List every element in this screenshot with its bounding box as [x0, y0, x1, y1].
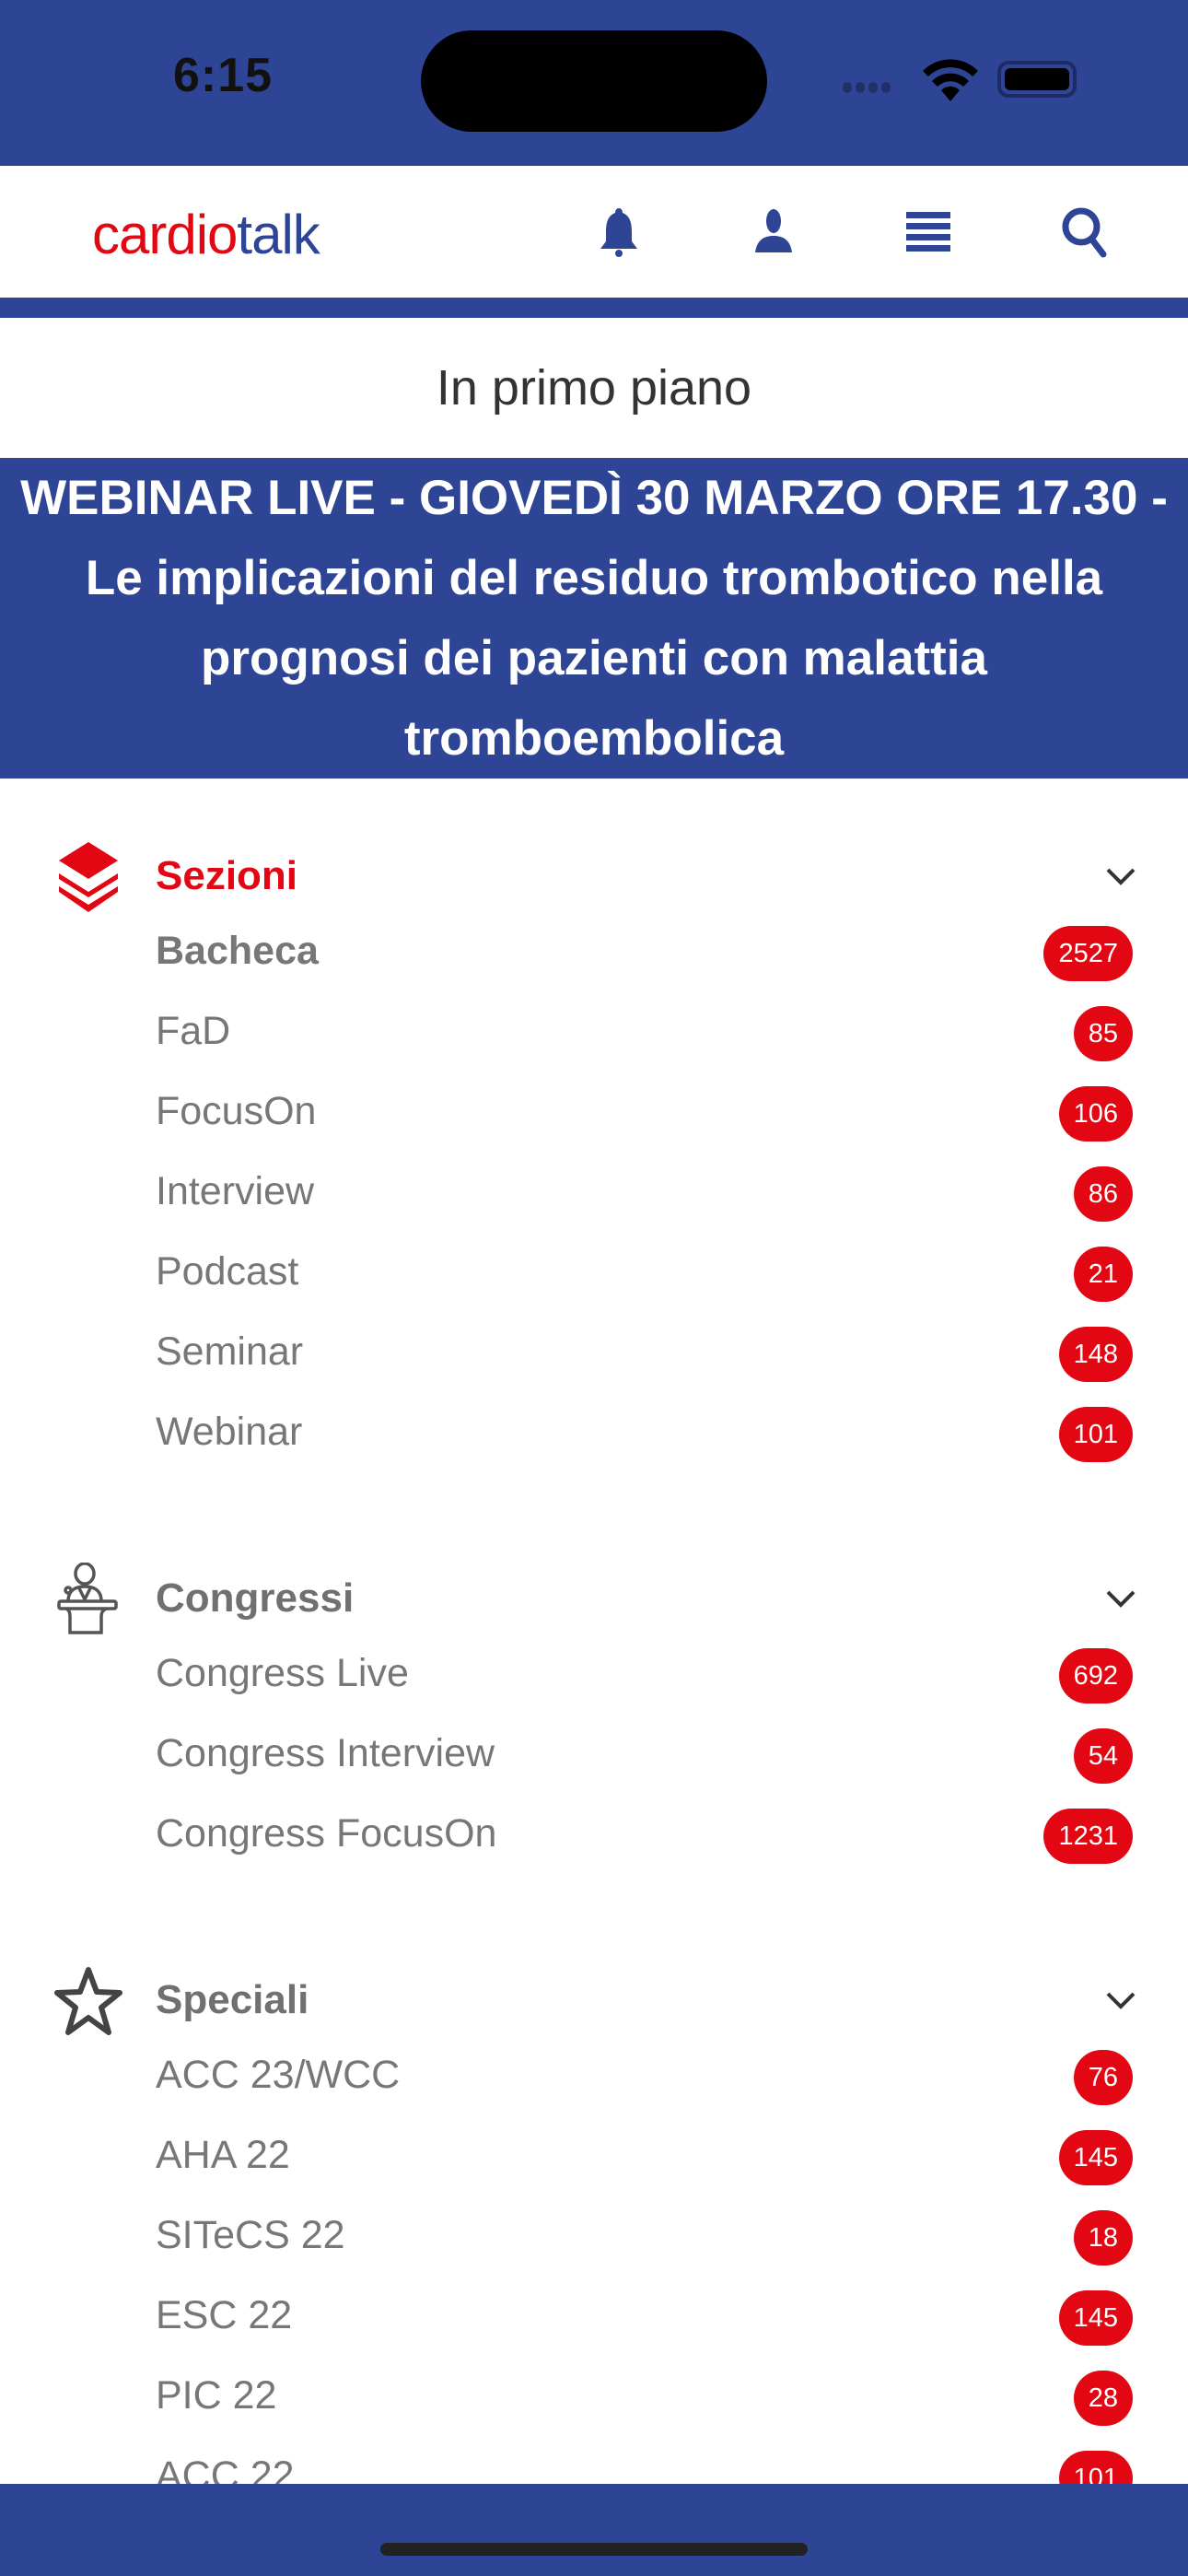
count-badge: 28	[1073, 2371, 1133, 2426]
menu-item-label: SITeCS 22	[156, 2213, 345, 2257]
menu-item-label: FaD	[156, 1009, 231, 1053]
search-icon[interactable]	[1057, 205, 1112, 260]
count-badge: 148	[1058, 1327, 1133, 1382]
count-badge: 1231	[1043, 1809, 1133, 1864]
header-divider	[0, 298, 1188, 318]
menu-item[interactable]: Congress FocusOn 1231	[0, 1800, 1188, 1874]
count-badge: 76	[1073, 2050, 1133, 2105]
menu-item-label: Seminar	[156, 1329, 304, 1374]
count-badge: 85	[1073, 1006, 1133, 1061]
menu-item-label: Bacheca	[156, 929, 319, 973]
menu-item-label: Congress FocusOn	[156, 1811, 497, 1856]
menu-item[interactable]: AHA 22 145	[0, 2122, 1188, 2195]
featured-title: In primo piano	[436, 360, 752, 416]
section-header-sezioni[interactable]: Sezioni	[0, 840, 1188, 914]
menu-item-label: Congress Live	[156, 1651, 409, 1695]
menu-item[interactable]: Congress Live 692	[0, 1640, 1188, 1714]
bell-icon[interactable]	[591, 205, 646, 260]
count-badge: 101	[1058, 1407, 1133, 1462]
speaker-podium-icon	[52, 1562, 125, 1636]
chevron-down-icon[interactable]	[1103, 1585, 1138, 1612]
section-title: Speciali	[156, 1977, 309, 2022]
menu-item[interactable]: SITeCS 22 18	[0, 2202, 1188, 2276]
cardiotalk-logo[interactable]: cardiotalk	[92, 203, 320, 266]
menu-item-label: Congress Interview	[156, 1731, 495, 1775]
bottom-bar	[0, 2484, 1188, 2576]
count-badge: 145	[1058, 2130, 1133, 2185]
menu-item-label: PIC 22	[156, 2373, 277, 2418]
menu-item[interactable]: FaD 85	[0, 998, 1188, 1071]
section-title: Congressi	[156, 1575, 355, 1621]
menu-item-label: FocusOn	[156, 1089, 317, 1133]
chevron-down-icon[interactable]	[1103, 1986, 1138, 2014]
wifi-icon	[923, 59, 978, 101]
menu-item[interactable]: Seminar 148	[0, 1318, 1188, 1392]
menu-item[interactable]: ACC 23/WCC 76	[0, 2042, 1188, 2115]
count-badge: 692	[1058, 1648, 1133, 1704]
section-title: Sezioni	[156, 853, 298, 898]
menu-item[interactable]: PIC 22 28	[0, 2362, 1188, 2436]
home-indicator[interactable]	[380, 2543, 808, 2556]
app-header: cardiotalk	[0, 166, 1188, 298]
count-badge: 106	[1058, 1086, 1133, 1142]
menu-item[interactable]: FocusOn 106	[0, 1078, 1188, 1152]
menu-item[interactable]: Interview 86	[0, 1158, 1188, 1232]
status-bar: 6:15	[0, 0, 1188, 166]
chevron-down-icon[interactable]	[1103, 862, 1138, 890]
banner-text: WEBINAR LIVE - GIOVEDÌ 30 MARZO ORE 17.3…	[20, 471, 1168, 766]
section-header-speciali[interactable]: Speciali	[0, 1964, 1188, 2038]
menu-item[interactable]: Congress Interview 54	[0, 1720, 1188, 1794]
menu-item[interactable]: Podcast 21	[0, 1238, 1188, 1312]
menu-item-label: ESC 22	[156, 2293, 293, 2337]
menu-item-label: ACC 23/WCC	[156, 2053, 401, 2097]
section-header-congressi[interactable]: Congressi	[0, 1562, 1188, 1636]
count-badge: 21	[1073, 1247, 1133, 1302]
layers-icon	[52, 840, 125, 914]
count-badge: 2527	[1043, 926, 1133, 981]
menu-item-label: Interview	[156, 1169, 315, 1213]
cellular-signal-icon	[843, 81, 894, 98]
menu-item[interactable]: Webinar 101	[0, 1399, 1188, 1472]
count-badge: 86	[1073, 1166, 1133, 1222]
star-icon	[52, 1964, 125, 2038]
count-badge: 18	[1073, 2210, 1133, 2266]
dynamic-island	[421, 30, 767, 132]
menu-item[interactable]: Bacheca 2527	[0, 918, 1188, 991]
menu-item-label: Podcast	[156, 1249, 299, 1294]
menu-item-label: AHA 22	[156, 2133, 290, 2177]
count-badge: 145	[1058, 2290, 1133, 2346]
count-badge: 54	[1073, 1728, 1133, 1784]
status-time: 6:15	[173, 49, 274, 102]
menu-item[interactable]: ESC 22 145	[0, 2282, 1188, 2356]
battery-icon	[997, 61, 1077, 98]
user-icon[interactable]	[746, 205, 801, 260]
menu-item-label: Webinar	[156, 1410, 303, 1454]
featured-banner[interactable]: WEBINAR LIVE - GIOVEDÌ 30 MARZO ORE 17.3…	[0, 458, 1188, 779]
menu-icon[interactable]	[901, 205, 956, 260]
